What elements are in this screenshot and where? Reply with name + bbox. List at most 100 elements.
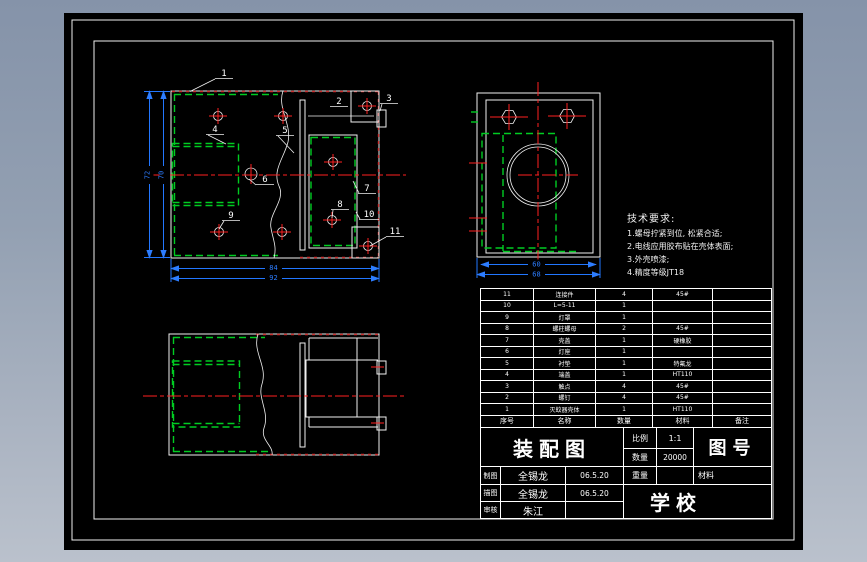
part-remark [713, 381, 771, 393]
part-name: 壳盖 [534, 335, 596, 347]
balloon-callouts: 1 2 3 4 5 6 7 8 9 10 11 [189, 69, 404, 247]
title-block: 装配图 比例 1:1 数量 20000 图号 重量 材料 制图 全锡龙 06.5… [480, 427, 772, 519]
part-qty: 1 [596, 300, 653, 312]
checked-by-label: 审核 [481, 502, 501, 518]
part-material: HT110 [653, 369, 713, 381]
dim-front-height-inner: 70 [158, 171, 166, 179]
part-no: 10 [481, 300, 534, 312]
dim-side-width-inner: 60 [532, 261, 540, 269]
col-header-qty: 数量 [596, 415, 653, 427]
balloon-7: 7 [352, 180, 376, 194]
part-qty: 1 [596, 335, 653, 347]
part-material [653, 300, 713, 312]
part-name: 灭蚊器壳体 [534, 404, 596, 416]
svg-text:6: 6 [262, 175, 267, 185]
svg-text:3: 3 [386, 94, 391, 104]
part-qty: 1 [596, 369, 653, 381]
part-no: 8 [481, 323, 534, 335]
part-material: 45# [653, 381, 713, 393]
part-material: 45# [653, 392, 713, 404]
material-label: 材料 [694, 467, 771, 485]
svg-text:11: 11 [390, 227, 401, 237]
traced-by-label: 描图 [481, 485, 501, 502]
qty-value: 20000 [657, 449, 694, 467]
drawing-title: 装配图 [481, 428, 624, 467]
part-remark [713, 358, 771, 370]
scale-label: 比例 [624, 428, 657, 449]
svg-text:9: 9 [228, 211, 233, 221]
svg-text:5: 5 [282, 126, 287, 136]
part-name: 螺钉 [534, 392, 596, 404]
part-material [653, 346, 713, 358]
part-name: 衬垫 [534, 358, 596, 370]
part-material [653, 312, 713, 324]
part-qty: 1 [596, 404, 653, 416]
bottom-view [143, 333, 406, 456]
part-remark [713, 324, 771, 335]
part-no: 2 [481, 392, 534, 404]
part-remark [713, 347, 771, 358]
svg-text:10: 10 [364, 210, 375, 220]
part-qty: 1 [596, 312, 653, 324]
balloon-1: 1 [189, 69, 233, 92]
checked-by-name: 朱江 [501, 502, 566, 518]
part-no: 6 [481, 346, 534, 358]
part-no: 1 [481, 404, 534, 416]
dim-front-width-inner: 84 [269, 264, 277, 272]
drawing-number: 图号 [694, 428, 771, 467]
balloon-5: 5 [276, 126, 295, 154]
part-material: 45# [653, 289, 713, 301]
parts-list-table: 11 连接件 4 45# 10 L=5-11 1 9 灯罩 1 8 螺柱螺母 2… [480, 288, 772, 428]
svg-text:1: 1 [221, 69, 226, 79]
svg-text:8: 8 [337, 200, 342, 210]
tech-req-title: 技术要求: [627, 214, 676, 225]
part-no: 11 [481, 289, 534, 301]
col-header-remark: 备注 [735, 417, 749, 426]
made-date: 06.5.20 [566, 467, 624, 485]
side-view [469, 82, 601, 262]
traced-by-name: 全锡龙 [501, 485, 566, 502]
part-remark [713, 301, 771, 312]
part-qty: 1 [596, 346, 653, 358]
balloon-9: 9 [218, 211, 240, 230]
part-remark [713, 370, 771, 381]
dim-front-width-outer: 92 [269, 274, 277, 282]
traced-date: 06.5.20 [566, 485, 624, 502]
weight-label: 重量 [624, 467, 657, 485]
made-by-name: 全锡龙 [501, 467, 566, 485]
dim-side-width-outer: 68 [532, 271, 540, 279]
made-by-label: 制图 [481, 467, 501, 485]
part-name: 端盖 [534, 369, 596, 381]
svg-text:7: 7 [364, 184, 369, 194]
part-qty: 2 [596, 323, 653, 335]
balloon-4: 4 [206, 125, 227, 145]
part-no: 3 [481, 381, 534, 393]
technical-requirements: 技术要求: 1.螺母拧紧到位, 松紧合适; 2.电线应用胶布贴在壳体表面; 3.… [627, 210, 787, 279]
svg-text:4: 4 [212, 125, 217, 135]
scale-value: 1:1 [657, 428, 694, 449]
part-no: 9 [481, 312, 534, 324]
part-name: L=5-11 [534, 300, 596, 312]
part-name: 灯座 [534, 346, 596, 358]
col-header-material: 材料 [653, 415, 713, 427]
part-name: 灯罩 [534, 312, 596, 324]
tech-req-line: 2.电线应用胶布贴在壳体表面; [627, 242, 734, 251]
balloon-3: 3 [379, 94, 398, 112]
part-remark [713, 312, 771, 324]
part-material: 45# [653, 323, 713, 335]
tech-req-line: 4.精度等级JT18 [627, 268, 685, 277]
cad-drawing-page: 1 2 3 4 5 6 7 8 9 10 11 72 70 84 92 60 6… [0, 0, 867, 562]
part-no: 7 [481, 335, 534, 347]
balloon-8: 8 [331, 200, 349, 219]
part-material: 特氟龙 [653, 358, 713, 370]
balloon-10: 10 [355, 210, 379, 220]
part-remark [713, 289, 771, 301]
part-material: 硬橡胶 [653, 335, 713, 347]
part-name: 螺柱螺母 [534, 323, 596, 335]
tech-req-line: 3.外壳喷漆; [627, 255, 670, 264]
part-no: 4 [481, 369, 534, 381]
part-name: 触点 [534, 381, 596, 393]
part-material: HT110 [653, 404, 713, 416]
svg-text:2: 2 [336, 97, 341, 107]
weight-value [657, 467, 694, 485]
